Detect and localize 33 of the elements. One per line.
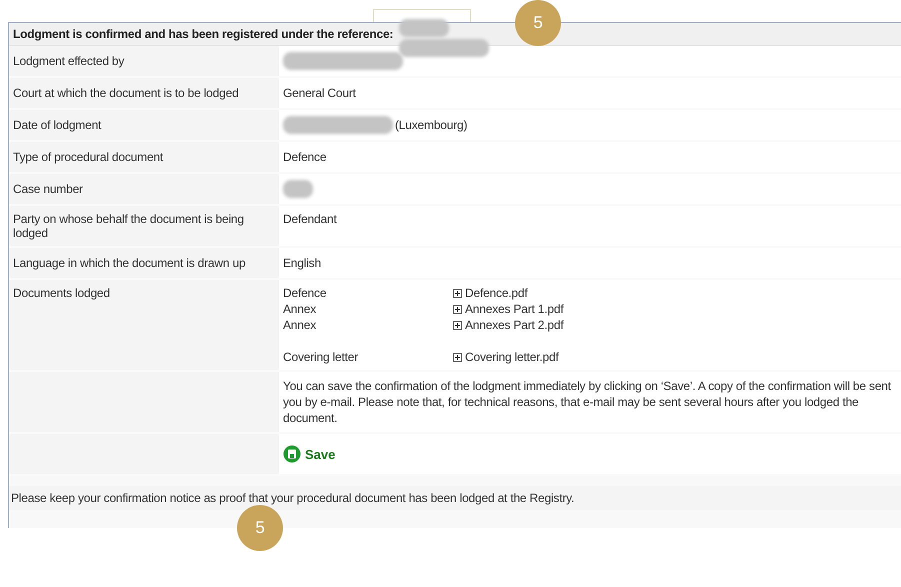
document-type: Covering letter bbox=[283, 349, 360, 364]
field-label: Party on whose behalf the document is being lodged bbox=[13, 212, 245, 240]
expand-icon[interactable] bbox=[453, 288, 462, 298]
save-instructions: You can save the confirmation of the lodgment immediately by clicking on ‘Save’. A copy of the confirmation will be sent you by e-mail. Please note that, for technical reasons, that e-mail may be sent several hours after you lodged the document. bbox=[283, 378, 891, 426]
field-value: (Luxembourg) bbox=[395, 118, 468, 132]
document-file-link[interactable]: Covering letter.pdf bbox=[465, 350, 559, 364]
field-value: Defendant bbox=[283, 212, 337, 226]
document-file-link[interactable]: Annexes Part 2.pdf bbox=[465, 318, 564, 332]
field-label: Language in which the document is drawn up bbox=[13, 256, 246, 270]
document-type: Annex bbox=[283, 302, 318, 316]
step-badge: 5 bbox=[237, 505, 283, 551]
save-button[interactable]: Save bbox=[283, 445, 336, 463]
field-value: General Court bbox=[283, 86, 356, 100]
step-badge: 5 bbox=[515, 0, 561, 46]
document-type: Annex bbox=[283, 318, 318, 332]
expand-icon[interactable] bbox=[453, 304, 462, 314]
field-label: Case number bbox=[13, 182, 83, 196]
footer-note: Please keep your confirmation notice as proof that your procedural document has been lodged at the Registry. bbox=[11, 491, 574, 505]
save-icon bbox=[283, 445, 301, 463]
field-label: Type of procedural document bbox=[13, 150, 164, 164]
expand-icon[interactable] bbox=[453, 352, 462, 362]
field-label: Documents lodged bbox=[13, 286, 110, 300]
expand-icon[interactable] bbox=[453, 320, 462, 330]
field-label: Lodgment effected by bbox=[13, 54, 124, 68]
document-file-link[interactable]: Defence.pdf bbox=[465, 286, 528, 300]
confirmation-title: Lodgment is confirmed and has been registered under the reference: bbox=[13, 27, 394, 41]
redacted-value bbox=[283, 180, 313, 198]
field-label: Date of lodgment bbox=[13, 118, 102, 132]
field-value: Defence bbox=[283, 150, 326, 164]
field-value: English bbox=[283, 256, 321, 270]
document-file-link[interactable]: Annexes Part 1.pdf bbox=[465, 302, 564, 316]
field-label: Court at which the document is to be lodged bbox=[13, 86, 239, 100]
document-type: Defence bbox=[283, 286, 328, 300]
